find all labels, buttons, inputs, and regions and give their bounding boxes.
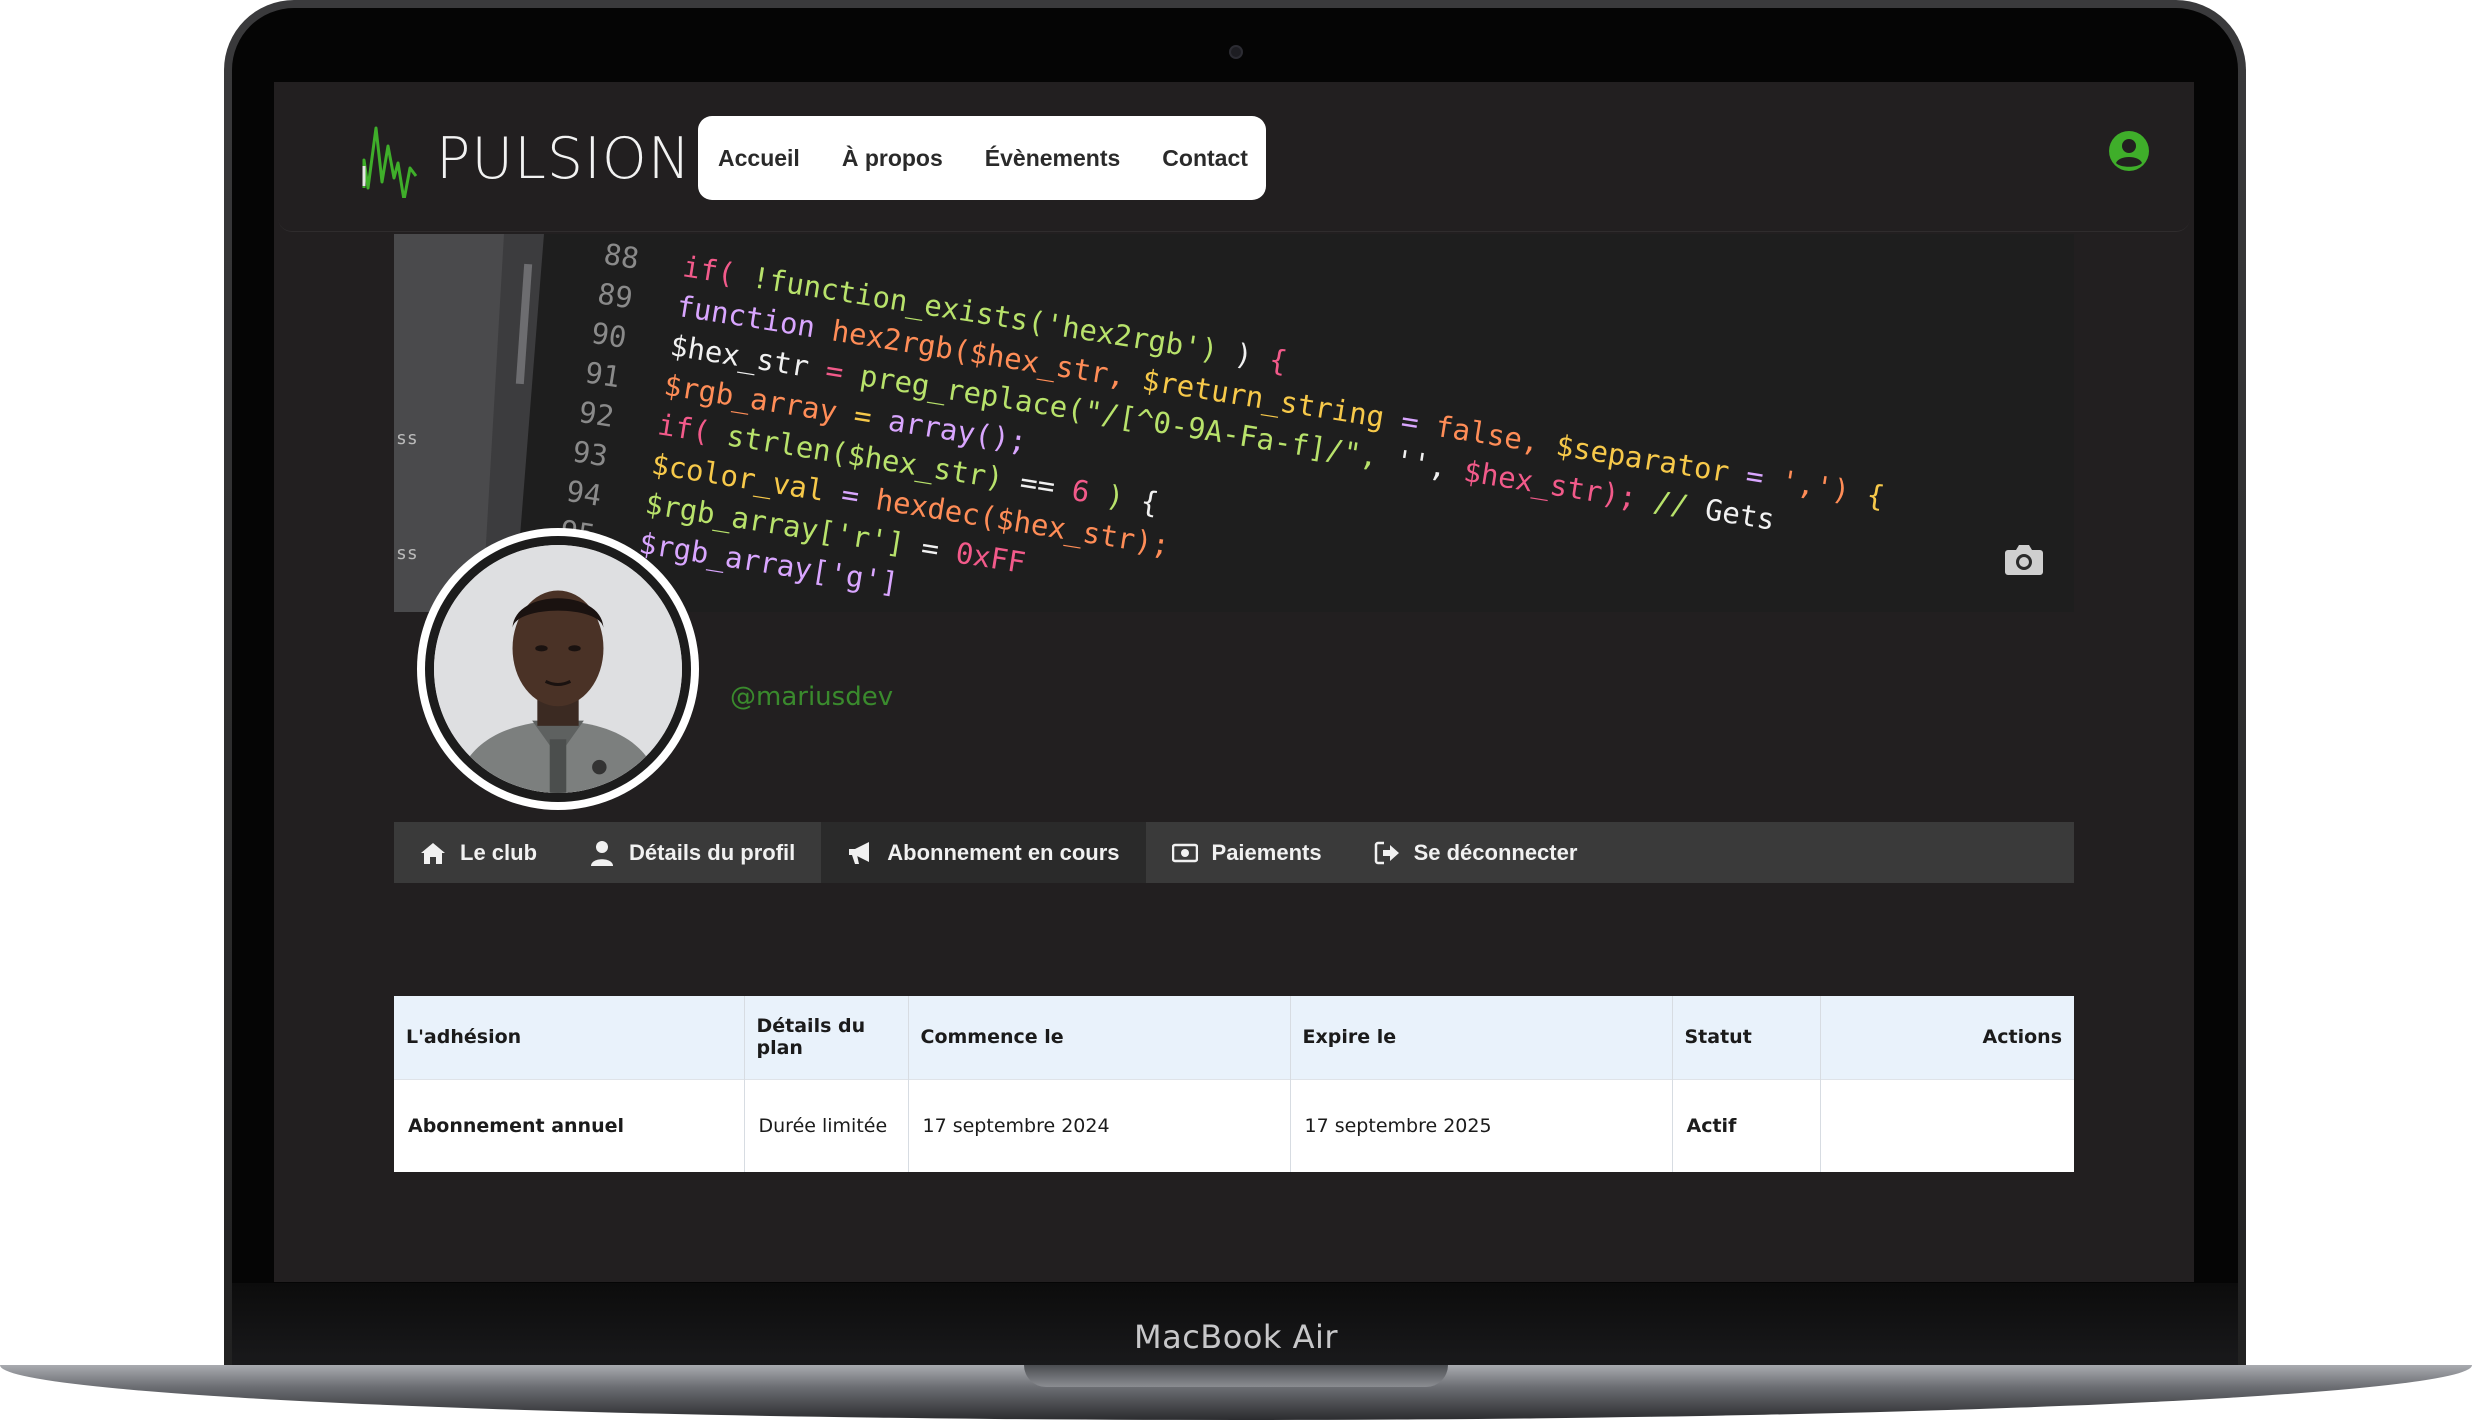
- col-header-statut: Statut: [1672, 996, 1821, 1079]
- tab-label: Paiements: [1211, 839, 1322, 865]
- navbar: PULSION Accueil À propos Évènements Cont…: [278, 82, 2190, 232]
- megaphone-icon: [849, 841, 870, 864]
- tab-paiements[interactable]: Paiements: [1146, 822, 1348, 883]
- laptop-hinge-notch: [1024, 1365, 1448, 1387]
- table-header-row: L'adhésion Détails du plan Commence le E…: [394, 996, 2074, 1079]
- device-label: MacBook Air: [1133, 1318, 1339, 1356]
- cell-details-plan: Durée limitée: [744, 1078, 909, 1172]
- svg-text:ss: ss: [396, 543, 418, 564]
- code-line-number: 90: [589, 316, 629, 355]
- col-header-details-plan: Détails du plan: [744, 996, 909, 1079]
- subscription-table: L'adhésion Détails du plan Commence le E…: [394, 996, 2074, 1172]
- code-line-number: 91: [583, 355, 623, 394]
- cell-commence: 17 septembre 2024: [908, 1078, 1291, 1172]
- cell-adhesion: Abonnement annuel: [394, 1078, 745, 1172]
- logout-icon: [1374, 841, 1399, 864]
- tab-se-deconnecter[interactable]: Se déconnecter: [1348, 822, 1604, 883]
- tab-label: Détails du profil: [629, 839, 796, 865]
- code-line-number: 93: [570, 434, 610, 473]
- tab-label: Se déconnecter: [1413, 839, 1578, 865]
- tab-label: Abonnement en cours: [887, 839, 1120, 865]
- macbook-mockup: PULSION Accueil À propos Évènements Cont…: [0, 0, 2472, 1420]
- avatar[interactable]: [417, 528, 699, 810]
- code-line-number: 94: [564, 474, 604, 513]
- col-header-adhesion: L'adhésion: [394, 996, 745, 1079]
- svg-text:ss: ss: [396, 428, 418, 449]
- home-icon: [421, 842, 445, 864]
- user-circle-icon[interactable]: [2108, 130, 2150, 172]
- nav-item-evenements[interactable]: Évènements: [985, 145, 1142, 172]
- table-row: Abonnement annuel Durée limitée 17 septe…: [394, 1078, 2074, 1172]
- code-line-number: 92: [577, 395, 617, 434]
- nav-item-accueil[interactable]: Accueil: [718, 145, 821, 172]
- main-menu: Accueil À propos Évènements Contact: [698, 116, 1266, 200]
- cell-statut: Actif: [1672, 1078, 1821, 1172]
- code-line-number: 89: [595, 276, 635, 315]
- webcam: [1229, 45, 1243, 59]
- tab-abonnement-en-cours[interactable]: Abonnement en cours: [821, 822, 1146, 883]
- nav-item-contact[interactable]: Contact: [1162, 145, 1269, 172]
- profile-handle: @mariusdev: [730, 682, 894, 712]
- col-header-expire: Expire le: [1290, 996, 1673, 1079]
- money-icon: [1171, 843, 1198, 862]
- profile-photo: [434, 545, 682, 793]
- brand-logo-text[interactable]: PULSION: [436, 126, 691, 192]
- cover-banner: ss ss 88 if( !function_exists('hex2rgb') …: [394, 234, 2074, 612]
- camera-icon[interactable]: [2004, 542, 2044, 576]
- screen: PULSION Accueil À propos Évènements Cont…: [274, 82, 2194, 1282]
- tab-label: Le club: [460, 839, 538, 865]
- user-icon: [591, 840, 614, 866]
- nav-item-a-propos[interactable]: À propos: [842, 145, 964, 172]
- profile-tabs: Le club Détails du profil Abonnement en …: [394, 822, 2074, 883]
- col-header-actions: Actions: [1820, 996, 2074, 1079]
- col-header-commence: Commence le: [908, 996, 1291, 1079]
- cell-expire: 17 septembre 2025: [1290, 1078, 1673, 1172]
- code-line-number: 88: [602, 237, 642, 276]
- tab-details-profil[interactable]: Détails du profil: [563, 822, 821, 883]
- code-cover-image: ss ss 88 if( !function_exists('hex2rgb') …: [394, 234, 2074, 612]
- cell-actions: [1820, 1078, 2074, 1172]
- tab-le-club[interactable]: Le club: [394, 822, 563, 883]
